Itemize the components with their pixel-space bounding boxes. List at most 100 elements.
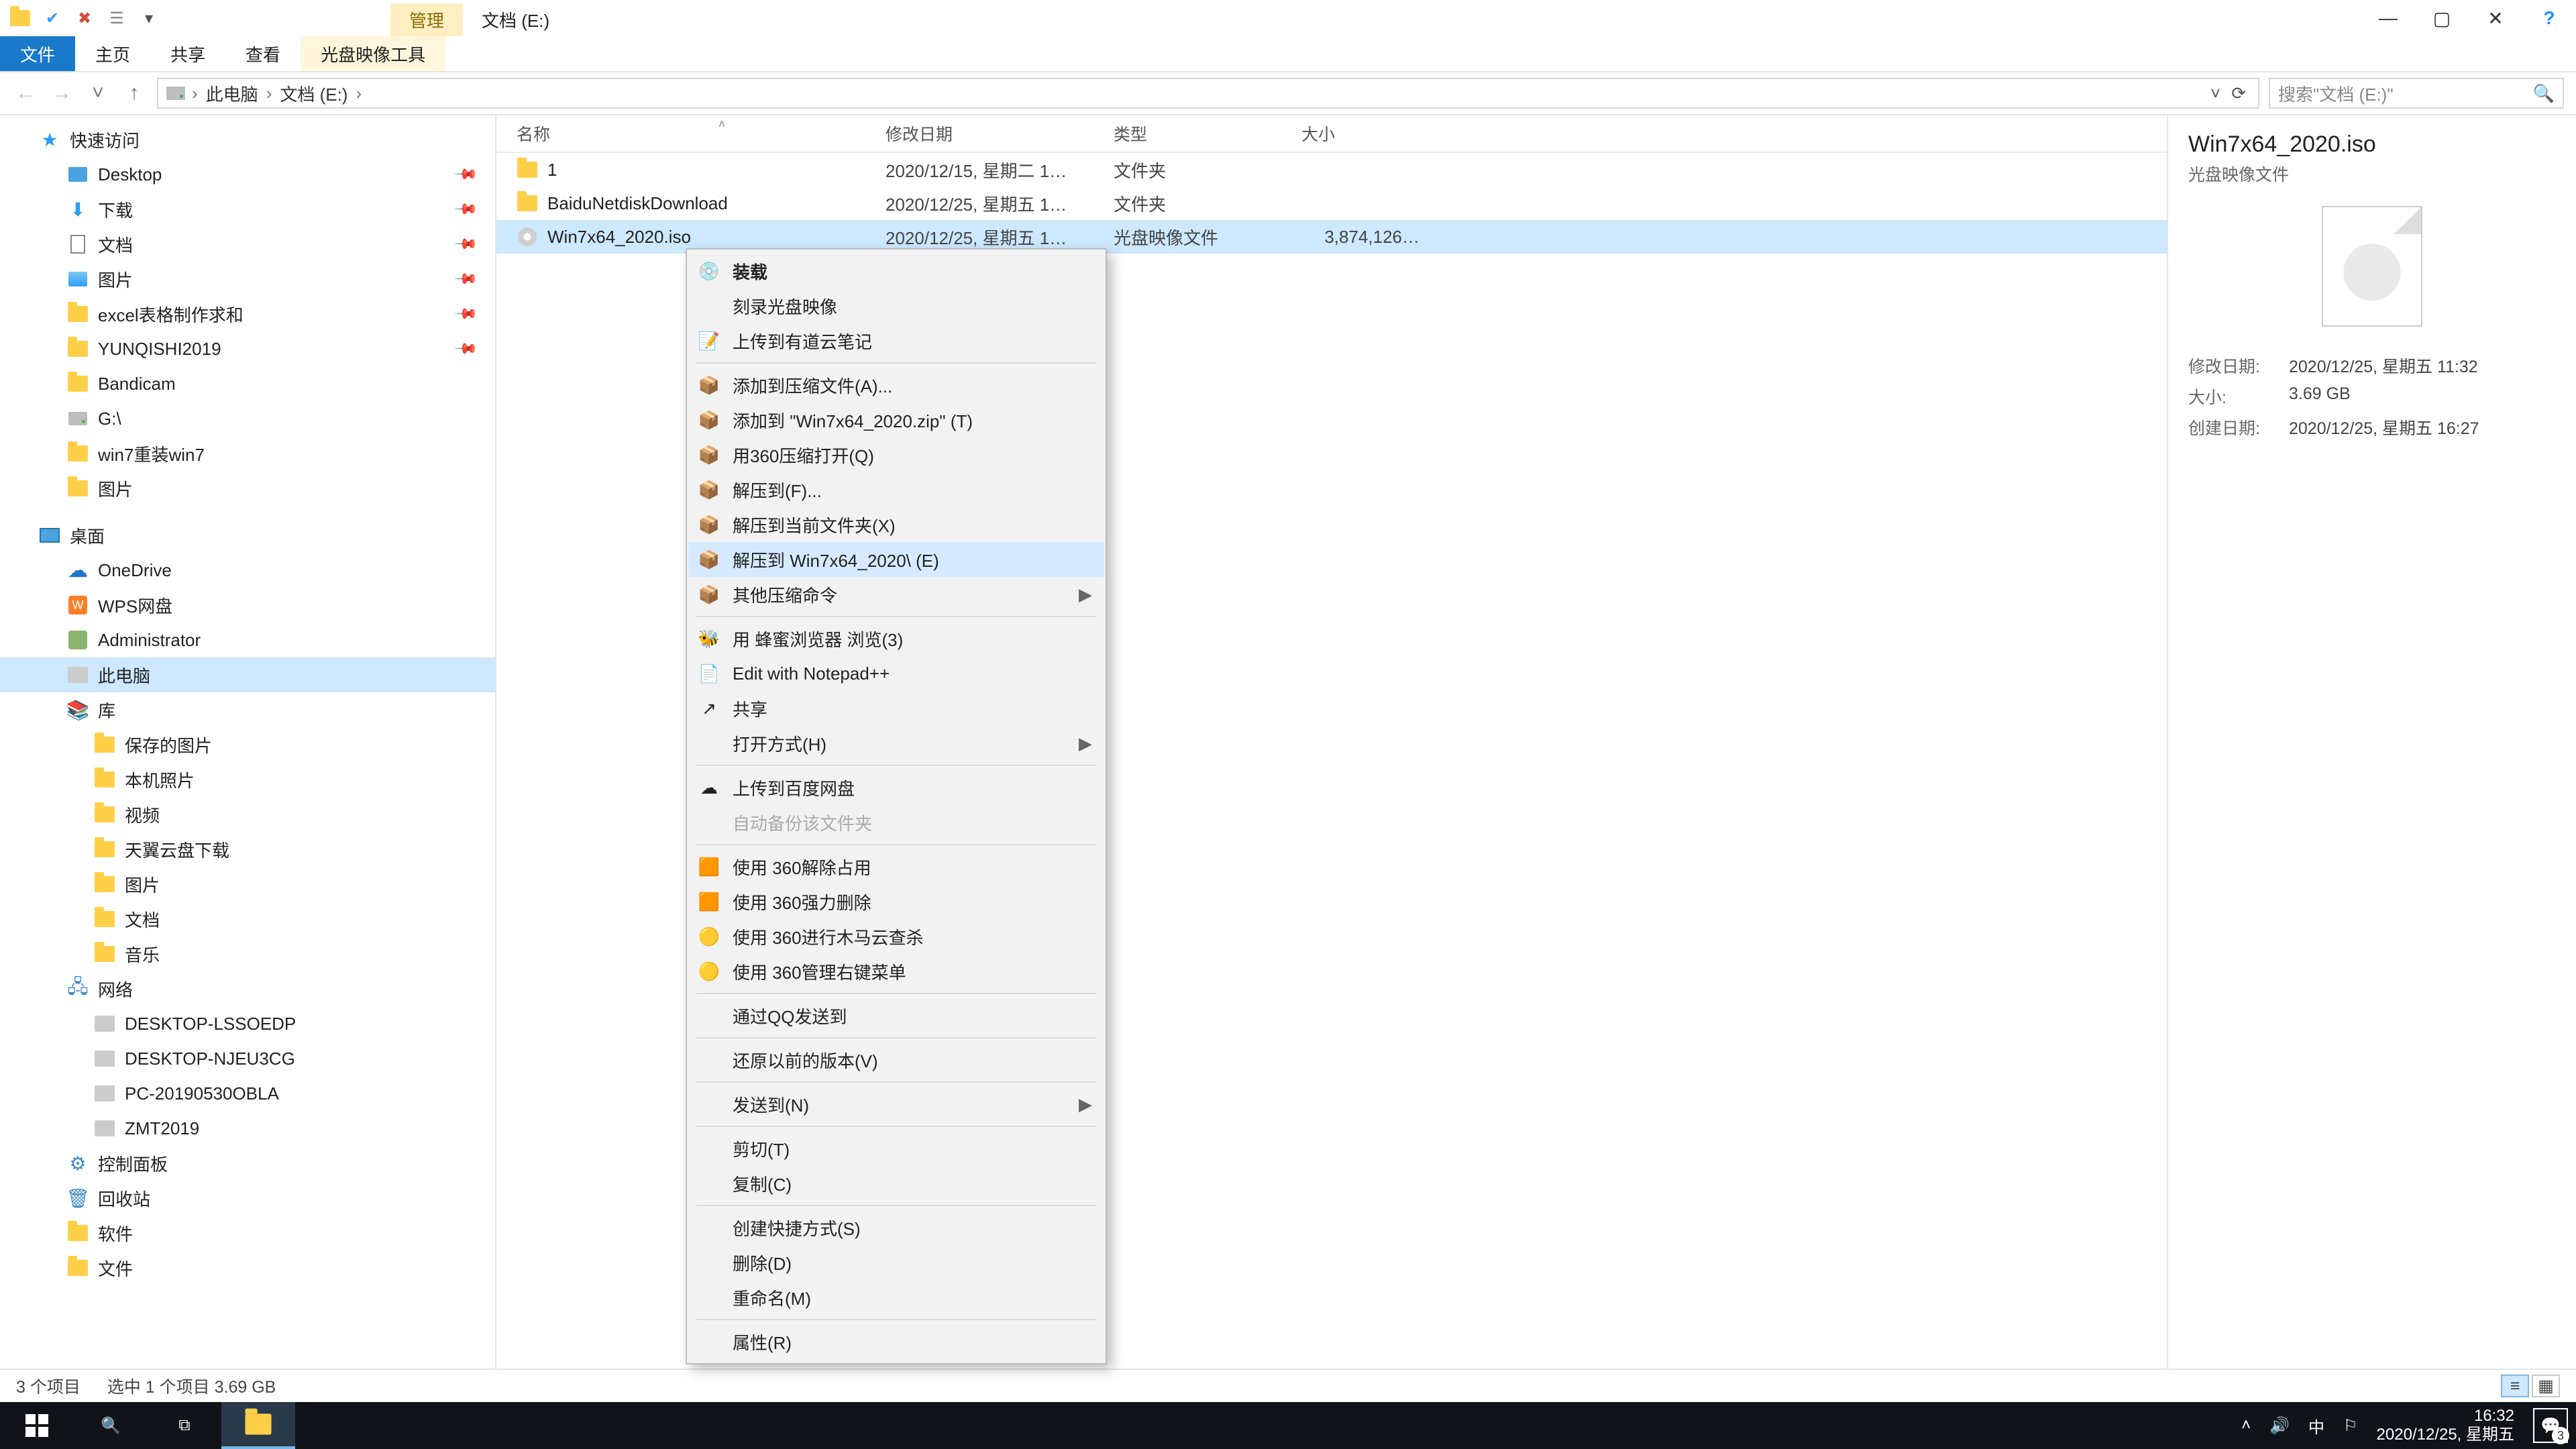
- tree-item[interactable]: 音乐: [0, 936, 495, 971]
- action-center-button[interactable]: 💬: [2533, 1408, 2568, 1443]
- tree-item[interactable]: Administrator: [0, 623, 495, 657]
- ribbon-tab[interactable]: 主页: [75, 36, 150, 71]
- context-menu-item[interactable]: 🟡使用 360进行木马云查杀: [688, 919, 1104, 954]
- tree-item[interactable]: 本机照片: [0, 762, 495, 797]
- start-button[interactable]: [0, 1402, 74, 1449]
- nav-recent-button[interactable]: ˅: [85, 80, 111, 107]
- nav-back-button[interactable]: ←: [12, 80, 39, 107]
- tree-item[interactable]: DESKTOP-LSSOEDP: [0, 1006, 495, 1041]
- tree-item[interactable]: 图片📌: [0, 262, 495, 297]
- address-dropdown-icon[interactable]: ˅: [2210, 83, 2220, 104]
- context-menu-item[interactable]: 还原以前的版本(V): [688, 1042, 1104, 1077]
- search-box[interactable]: 搜索"文档 (E:)" 🔍: [2269, 78, 2564, 109]
- context-menu-item[interactable]: 打开方式(H)▶: [688, 726, 1104, 761]
- ribbon-tab[interactable]: 查看: [225, 36, 301, 71]
- tree-item[interactable]: ⚙控制面板: [0, 1146, 495, 1181]
- tree-item[interactable]: PC-20190530OBLA: [0, 1076, 495, 1111]
- tree-item[interactable]: DESKTOP-NJEU3CG: [0, 1041, 495, 1076]
- qat-dropdown-icon[interactable]: ▾: [136, 5, 162, 32]
- tree-item[interactable]: 文档📌: [0, 227, 495, 262]
- tree-item[interactable]: 保存的图片: [0, 727, 495, 762]
- col-name[interactable]: 名称 ˄: [496, 121, 885, 146]
- search-icon[interactable]: 🔍: [2533, 83, 2555, 104]
- context-menu-item[interactable]: 通过QQ发送到: [688, 998, 1104, 1033]
- context-menu-item[interactable]: 🟡使用 360管理右键菜单: [688, 954, 1104, 989]
- context-menu-item[interactable]: 创建快捷方式(S): [688, 1210, 1104, 1245]
- context-menu-item[interactable]: 📝上传到有道云笔记: [688, 323, 1104, 358]
- ribbon-context-tab[interactable]: 光盘映像工具: [301, 36, 445, 71]
- tree-section-header[interactable]: ★快速访问: [0, 122, 495, 157]
- tree-item[interactable]: 📚库: [0, 692, 495, 727]
- context-menu-item[interactable]: 删除(D): [688, 1245, 1104, 1280]
- context-menu-item[interactable]: 发送到(N)▶: [688, 1087, 1104, 1122]
- context-menu-item[interactable]: 📦用360压缩打开(Q): [688, 437, 1104, 472]
- tree-item[interactable]: ZMT2019: [0, 1111, 495, 1146]
- context-menu-item[interactable]: 📦添加到压缩文件(A)...: [688, 368, 1104, 402]
- context-menu-item[interactable]: 📦解压到(F)...: [688, 472, 1104, 507]
- tree-item[interactable]: 文件: [0, 1250, 495, 1285]
- ribbon-file-tab[interactable]: 文件: [0, 36, 75, 71]
- maximize-button[interactable]: ▢: [2415, 0, 2469, 36]
- file-row[interactable]: BaiduNetdiskDownload2020/12/25, 星期五 1…文件…: [496, 186, 2167, 220]
- refresh-button[interactable]: ⟳: [2226, 83, 2251, 104]
- minimize-button[interactable]: —: [2361, 0, 2415, 36]
- tree-item[interactable]: 文档: [0, 902, 495, 936]
- qat-props-icon[interactable]: ☰: [103, 5, 130, 32]
- tree-section-header[interactable]: 桌面: [0, 518, 495, 553]
- col-type[interactable]: 类型: [1114, 121, 1301, 146]
- context-menu-item[interactable]: ☁上传到百度网盘: [688, 770, 1104, 805]
- ribbon-tab[interactable]: 共享: [150, 36, 225, 71]
- task-view-button[interactable]: ⧉: [148, 1402, 221, 1449]
- tree-item[interactable]: ⬇下载📌: [0, 192, 495, 227]
- breadcrumb[interactable]: 文档 (E:): [277, 81, 350, 106]
- context-menu-item[interactable]: 💿装载: [688, 254, 1104, 288]
- context-menu-item[interactable]: 剪切(T): [688, 1131, 1104, 1166]
- context-menu-item[interactable]: 📦解压到当前文件夹(X): [688, 507, 1104, 542]
- close-button[interactable]: ✕: [2469, 0, 2522, 36]
- context-menu-item[interactable]: 复制(C): [688, 1166, 1104, 1201]
- context-menu-item[interactable]: 📦其他压缩命令▶: [688, 577, 1104, 612]
- context-menu-item[interactable]: ↗共享: [688, 691, 1104, 726]
- context-menu-item[interactable]: 属性(R): [688, 1324, 1104, 1359]
- tree-item[interactable]: Bandicam: [0, 366, 495, 401]
- tray-ime-icon[interactable]: 中: [2308, 1414, 2324, 1438]
- tray-volume-icon[interactable]: 🔊: [2269, 1416, 2290, 1436]
- context-menu-item[interactable]: 📦添加到 "Win7x64_2020.zip" (T): [688, 402, 1104, 437]
- tray-clock[interactable]: 16:32 2020/12/25, 星期五: [2377, 1407, 2514, 1444]
- context-menu-item[interactable]: 🟧使用 360解除占用: [688, 849, 1104, 884]
- tree-item[interactable]: G:\: [0, 401, 495, 436]
- tree-item[interactable]: 软件: [0, 1216, 495, 1250]
- tree-item[interactable]: 图片: [0, 471, 495, 506]
- tree-item[interactable]: 🖧网络: [0, 971, 495, 1006]
- tree-item[interactable]: YUNQISHI2019📌: [0, 331, 495, 366]
- tree-item[interactable]: 🗑回收站: [0, 1181, 495, 1216]
- view-icons-button[interactable]: ▦: [2532, 1375, 2560, 1397]
- taskbar-search-button[interactable]: 🔍: [74, 1402, 148, 1449]
- tree-item[interactable]: win7重装win7: [0, 436, 495, 471]
- nav-up-button[interactable]: ↑: [121, 80, 148, 107]
- tree-item[interactable]: excel表格制作求和📌: [0, 297, 495, 331]
- qat-folder-icon[interactable]: [7, 5, 34, 32]
- nav-forward-button[interactable]: →: [48, 80, 75, 107]
- context-menu-item[interactable]: 🟧使用 360强力删除: [688, 884, 1104, 919]
- tree-item[interactable]: WWPS网盘: [0, 588, 495, 623]
- qat-x-icon[interactable]: ✖: [71, 5, 98, 32]
- context-menu-item[interactable]: 📦解压到 Win7x64_2020\ (E): [688, 542, 1104, 577]
- tray-overflow-icon[interactable]: ˄: [2241, 1416, 2251, 1435]
- context-menu-item[interactable]: 重命名(M): [688, 1280, 1104, 1315]
- tree-item[interactable]: Desktop📌: [0, 157, 495, 192]
- context-menu-item[interactable]: 📄Edit with Notepad++: [688, 656, 1104, 691]
- view-details-button[interactable]: ≡: [2501, 1375, 2529, 1397]
- file-row[interactable]: 12020/12/15, 星期二 1…文件夹: [496, 153, 2167, 186]
- col-size[interactable]: 大小: [1301, 121, 1436, 146]
- taskbar-explorer-button[interactable]: [221, 1402, 295, 1449]
- context-menu-item[interactable]: 🐝用 蜂蜜浏览器 浏览(3): [688, 621, 1104, 656]
- context-menu-item[interactable]: 刻录光盘映像: [688, 288, 1104, 323]
- qat-check-icon[interactable]: ✔: [39, 5, 66, 32]
- col-modified[interactable]: 修改日期: [885, 121, 1114, 146]
- breadcrumb[interactable]: 此电脑: [203, 81, 261, 106]
- help-button[interactable]: ?: [2522, 0, 2576, 36]
- navigation-tree[interactable]: ★快速访问Desktop📌⬇下载📌文档📌图片📌excel表格制作求和📌YUNQI…: [0, 115, 496, 1368]
- tree-item[interactable]: 图片: [0, 867, 495, 902]
- tree-item[interactable]: ☁OneDrive: [0, 553, 495, 588]
